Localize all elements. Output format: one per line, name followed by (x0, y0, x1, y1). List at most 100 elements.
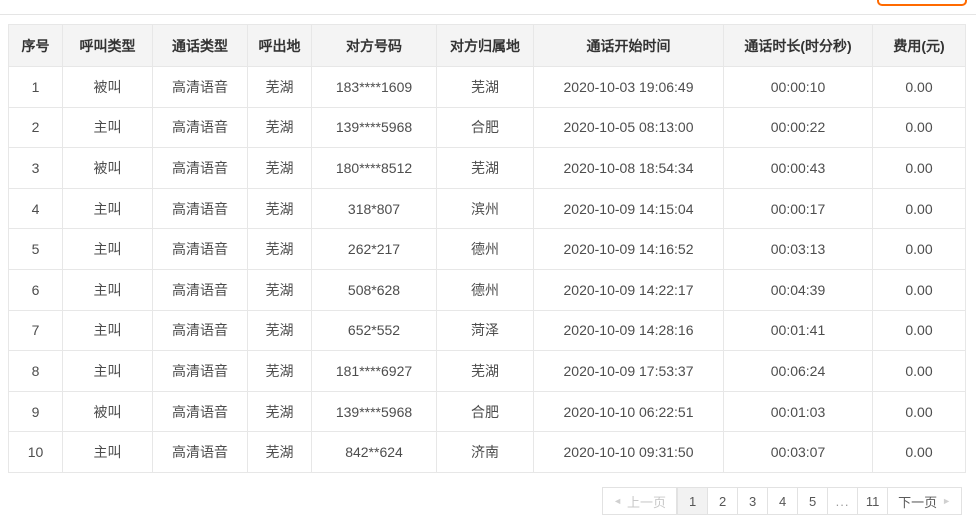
table-row: 6主叫高清语音芜湖508*628德州2020-10-09 14:22:1700:… (9, 269, 966, 310)
table-cell: 6 (9, 269, 63, 310)
table-cell: 00:00:43 (724, 148, 873, 189)
table-body: 1被叫高清语音芜湖183****1609芜湖2020-10-03 19:06:4… (9, 67, 966, 473)
pagination-next-button[interactable]: 下一页 ► (887, 487, 962, 515)
table-cell: 德州 (437, 269, 534, 310)
table-cell: 芜湖 (248, 67, 312, 108)
table-cell: 高清语音 (153, 188, 248, 229)
column-header: 通话时长(时分秒) (724, 25, 873, 67)
prev-arrow-icon: ◄ (613, 497, 622, 506)
table-cell: 高清语音 (153, 351, 248, 392)
table-cell: 180****8512 (312, 148, 437, 189)
pagination-pages: 12345...11 (677, 487, 888, 515)
pagination: ◄ 上一页 12345...11 下一页 ► (602, 487, 962, 515)
table-cell: 高清语音 (153, 269, 248, 310)
table-cell: 2020-10-09 17:53:37 (534, 351, 724, 392)
table-cell: 2020-10-09 14:15:04 (534, 188, 724, 229)
table-header-row: 序号呼叫类型通话类型呼出地对方号码对方归属地通话开始时间通话时长(时分秒)费用(… (9, 25, 966, 67)
call-records-table: 序号呼叫类型通话类型呼出地对方号码对方归属地通话开始时间通话时长(时分秒)费用(… (8, 24, 966, 473)
top-action-button-partial[interactable] (877, 0, 967, 6)
table-cell: 芜湖 (248, 148, 312, 189)
table-cell: 被叫 (63, 391, 153, 432)
table-cell: 芜湖 (248, 432, 312, 473)
table-cell: 芜湖 (248, 107, 312, 148)
pagination-page-1[interactable]: 1 (677, 487, 708, 515)
table-cell: 652*552 (312, 310, 437, 351)
table-cell: 高清语音 (153, 107, 248, 148)
table-cell: 0.00 (873, 67, 966, 108)
table-row: 3被叫高清语音芜湖180****8512芜湖2020-10-08 18:54:3… (9, 148, 966, 189)
table-cell: 芜湖 (248, 229, 312, 270)
table-cell: 0.00 (873, 107, 966, 148)
pagination-page-5[interactable]: 5 (797, 487, 828, 515)
table-cell: 主叫 (63, 107, 153, 148)
table-cell: 0.00 (873, 310, 966, 351)
table-cell: 高清语音 (153, 391, 248, 432)
table-cell: 842**624 (312, 432, 437, 473)
column-header: 呼叫类型 (63, 25, 153, 67)
table-cell: 2 (9, 107, 63, 148)
table-cell: 芜湖 (248, 269, 312, 310)
table-cell: 菏泽 (437, 310, 534, 351)
table-cell: 主叫 (63, 310, 153, 351)
table-cell: 2020-10-09 14:22:17 (534, 269, 724, 310)
table-cell: 0.00 (873, 391, 966, 432)
table-cell: 芜湖 (437, 351, 534, 392)
table-cell: 4 (9, 188, 63, 229)
table-cell: 芜湖 (248, 351, 312, 392)
table-cell: 183****1609 (312, 67, 437, 108)
table-cell: 芜湖 (248, 310, 312, 351)
table-cell: 508*628 (312, 269, 437, 310)
pagination-page-11[interactable]: 11 (857, 487, 888, 515)
table-cell: 合肥 (437, 391, 534, 432)
table-cell: 00:00:10 (724, 67, 873, 108)
table-cell: 高清语音 (153, 148, 248, 189)
table-cell: 0.00 (873, 188, 966, 229)
table-cell: 00:00:17 (724, 188, 873, 229)
table-cell: 芜湖 (248, 391, 312, 432)
table-cell: 主叫 (63, 432, 153, 473)
table-cell: 0.00 (873, 269, 966, 310)
table-cell: 10 (9, 432, 63, 473)
pagination-page-4[interactable]: 4 (767, 487, 798, 515)
table-cell: 2020-10-03 19:06:49 (534, 67, 724, 108)
pagination-next-label: 下一页 (898, 492, 937, 511)
table-cell: 139****5968 (312, 107, 437, 148)
table-cell: 00:00:22 (724, 107, 873, 148)
table-cell: 0.00 (873, 229, 966, 270)
table-cell: 5 (9, 229, 63, 270)
pagination-prev-label: 上一页 (627, 492, 666, 511)
table-cell: 00:04:39 (724, 269, 873, 310)
table-cell: 芜湖 (437, 67, 534, 108)
pagination-prev-button: ◄ 上一页 (602, 487, 677, 515)
divider (0, 14, 976, 15)
table-cell: 9 (9, 391, 63, 432)
table-cell: 合肥 (437, 107, 534, 148)
table-cell: 2020-10-09 14:16:52 (534, 229, 724, 270)
table-cell: 00:03:07 (724, 432, 873, 473)
table-row: 8主叫高清语音芜湖181****6927芜湖2020-10-09 17:53:3… (9, 351, 966, 392)
column-header: 对方号码 (312, 25, 437, 67)
table-cell: 2020-10-10 06:22:51 (534, 391, 724, 432)
table-cell: 芜湖 (248, 188, 312, 229)
table-cell: 318*807 (312, 188, 437, 229)
table-cell: 高清语音 (153, 310, 248, 351)
table-cell: 00:03:13 (724, 229, 873, 270)
column-header: 通话类型 (153, 25, 248, 67)
pagination-page-3[interactable]: 3 (737, 487, 768, 515)
next-arrow-icon: ► (942, 497, 951, 506)
table-cell: 主叫 (63, 188, 153, 229)
table-cell: 被叫 (63, 67, 153, 108)
table-cell: 2020-10-10 09:31:50 (534, 432, 724, 473)
table-cell: 8 (9, 351, 63, 392)
table-cell: 济南 (437, 432, 534, 473)
table-cell: 主叫 (63, 229, 153, 270)
table-row: 9被叫高清语音芜湖139****5968合肥2020-10-10 06:22:5… (9, 391, 966, 432)
pagination-ellipsis: ... (827, 487, 858, 515)
table-cell: 2020-10-08 18:54:34 (534, 148, 724, 189)
table-cell: 滨州 (437, 188, 534, 229)
table-row: 10主叫高清语音芜湖842**624济南2020-10-10 09:31:500… (9, 432, 966, 473)
table-cell: 3 (9, 148, 63, 189)
table-row: 2主叫高清语音芜湖139****5968合肥2020-10-05 08:13:0… (9, 107, 966, 148)
column-header: 费用(元) (873, 25, 966, 67)
pagination-page-2[interactable]: 2 (707, 487, 738, 515)
